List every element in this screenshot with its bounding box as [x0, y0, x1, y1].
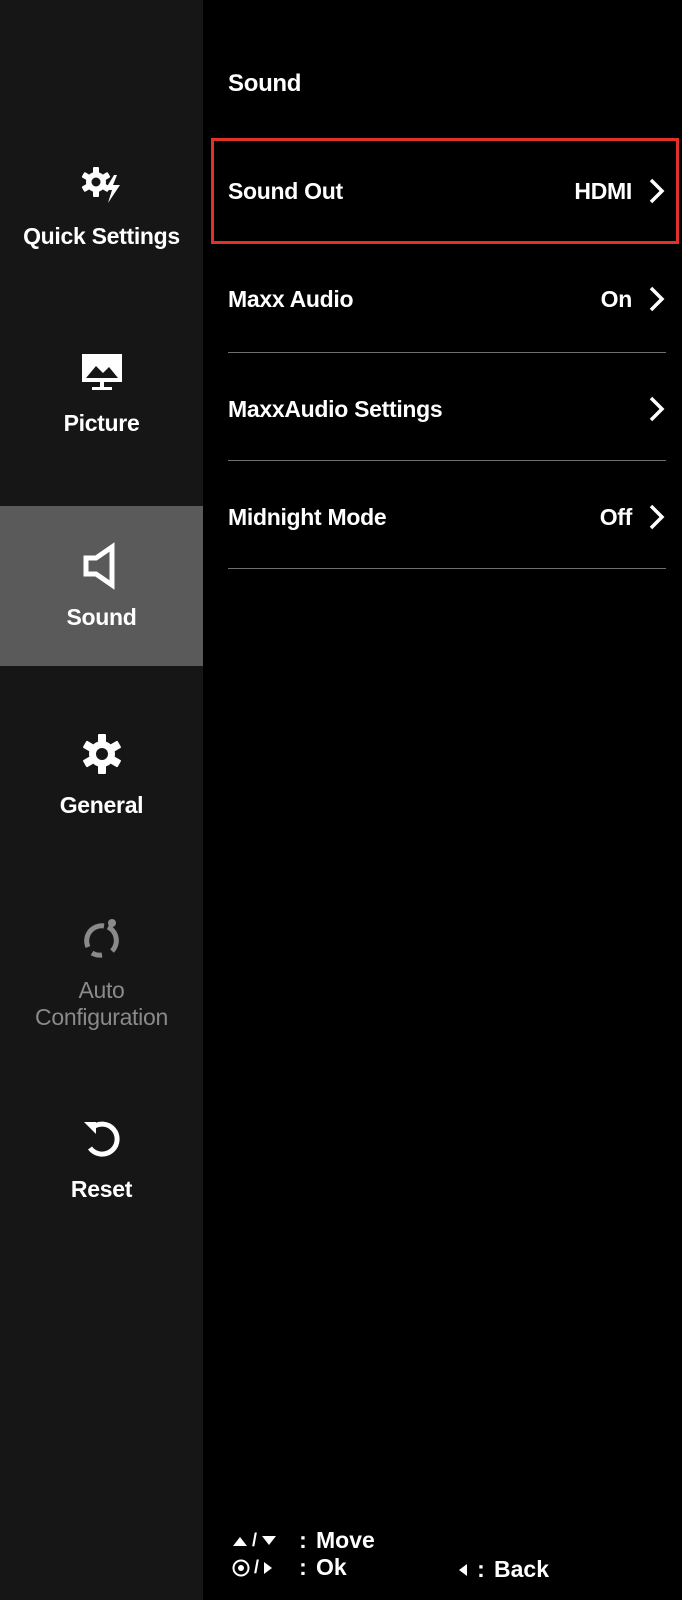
sidebar-item-sound[interactable]: Sound: [0, 506, 203, 666]
back-hint: : Back: [458, 1556, 549, 1583]
row-value: On: [600, 285, 633, 312]
hint-colon: :: [299, 1527, 307, 1553]
row-label: MaxxAudio Settings: [228, 395, 443, 422]
section-title: Sound: [228, 70, 302, 97]
menu-row-maxx-audio[interactable]: Maxx Audio On: [228, 246, 666, 352]
chevron-right-icon: [649, 396, 665, 422]
hint-colon: :: [299, 1554, 307, 1580]
left-arrow-icon: [459, 1563, 467, 1576]
sidebar-item-label: Quick Settings: [23, 222, 180, 249]
sidebar-item-quick-settings[interactable]: Quick Settings: [0, 125, 203, 285]
down-arrow-icon: [262, 1535, 277, 1545]
chevron-right-icon: [649, 178, 665, 204]
sidebar-item-label: Auto Configuration: [35, 977, 168, 1030]
sidebar-item-label: General: [59, 791, 144, 818]
ok-button-icon: [232, 1559, 250, 1576]
hint-colon: :: [477, 1556, 485, 1582]
main-panel: Sound Sound Out HDMI Maxx Audio On MaxxA…: [203, 0, 682, 1600]
sidebar-item-label: Picture: [63, 409, 140, 436]
row-label: Maxx Audio: [228, 285, 354, 312]
row-label: Sound Out: [228, 177, 343, 204]
chevron-right-icon: [649, 504, 665, 530]
sidebar-item-label: Reset: [70, 1175, 133, 1202]
speaker-icon: [83, 541, 114, 590]
row-value: HDMI: [574, 177, 632, 204]
up-arrow-icon: [233, 1536, 247, 1546]
divider: [228, 352, 666, 353]
menu-row-maxxaudio-settings[interactable]: MaxxAudio Settings: [228, 356, 666, 462]
ok-hint: / : Ok: [232, 1554, 347, 1581]
sidebar-item-reset[interactable]: Reset: [0, 1078, 203, 1238]
divider: [228, 568, 666, 569]
chevron-right-icon: [649, 286, 665, 312]
sidebar-item-label: Sound: [66, 603, 137, 630]
monitor-picture-icon: [81, 353, 122, 390]
auto-config-icon: [83, 919, 119, 958]
menu-row-midnight-mode[interactable]: Midnight Mode Off: [228, 464, 666, 570]
gear-icon: [82, 733, 121, 774]
ok-label: Ok: [316, 1554, 347, 1580]
back-label: Back: [494, 1556, 549, 1582]
row-label: Midnight Mode: [228, 503, 387, 530]
gear-bolt-icon: [81, 166, 120, 203]
right-arrow-icon: [264, 1561, 273, 1574]
menu-row-sound-out[interactable]: Sound Out HDMI: [228, 138, 666, 244]
move-label: Move: [316, 1527, 375, 1553]
sidebar-item-general[interactable]: General: [0, 694, 203, 854]
move-hint: / : Move: [232, 1527, 375, 1554]
reset-icon: [83, 1121, 120, 1157]
row-value: Off: [599, 503, 633, 530]
sidebar-item-auto-configuration: Auto Configuration: [0, 893, 203, 1053]
move-separator: /: [252, 1530, 258, 1550]
sidebar: Quick Settings Picture Sound General Aut…: [0, 0, 203, 1600]
sidebar-item-picture[interactable]: Picture: [0, 312, 203, 472]
key-hints: / : Move / : Ok : Back: [232, 1527, 652, 1597]
ok-separator: /: [254, 1557, 260, 1577]
divider: [228, 460, 666, 461]
